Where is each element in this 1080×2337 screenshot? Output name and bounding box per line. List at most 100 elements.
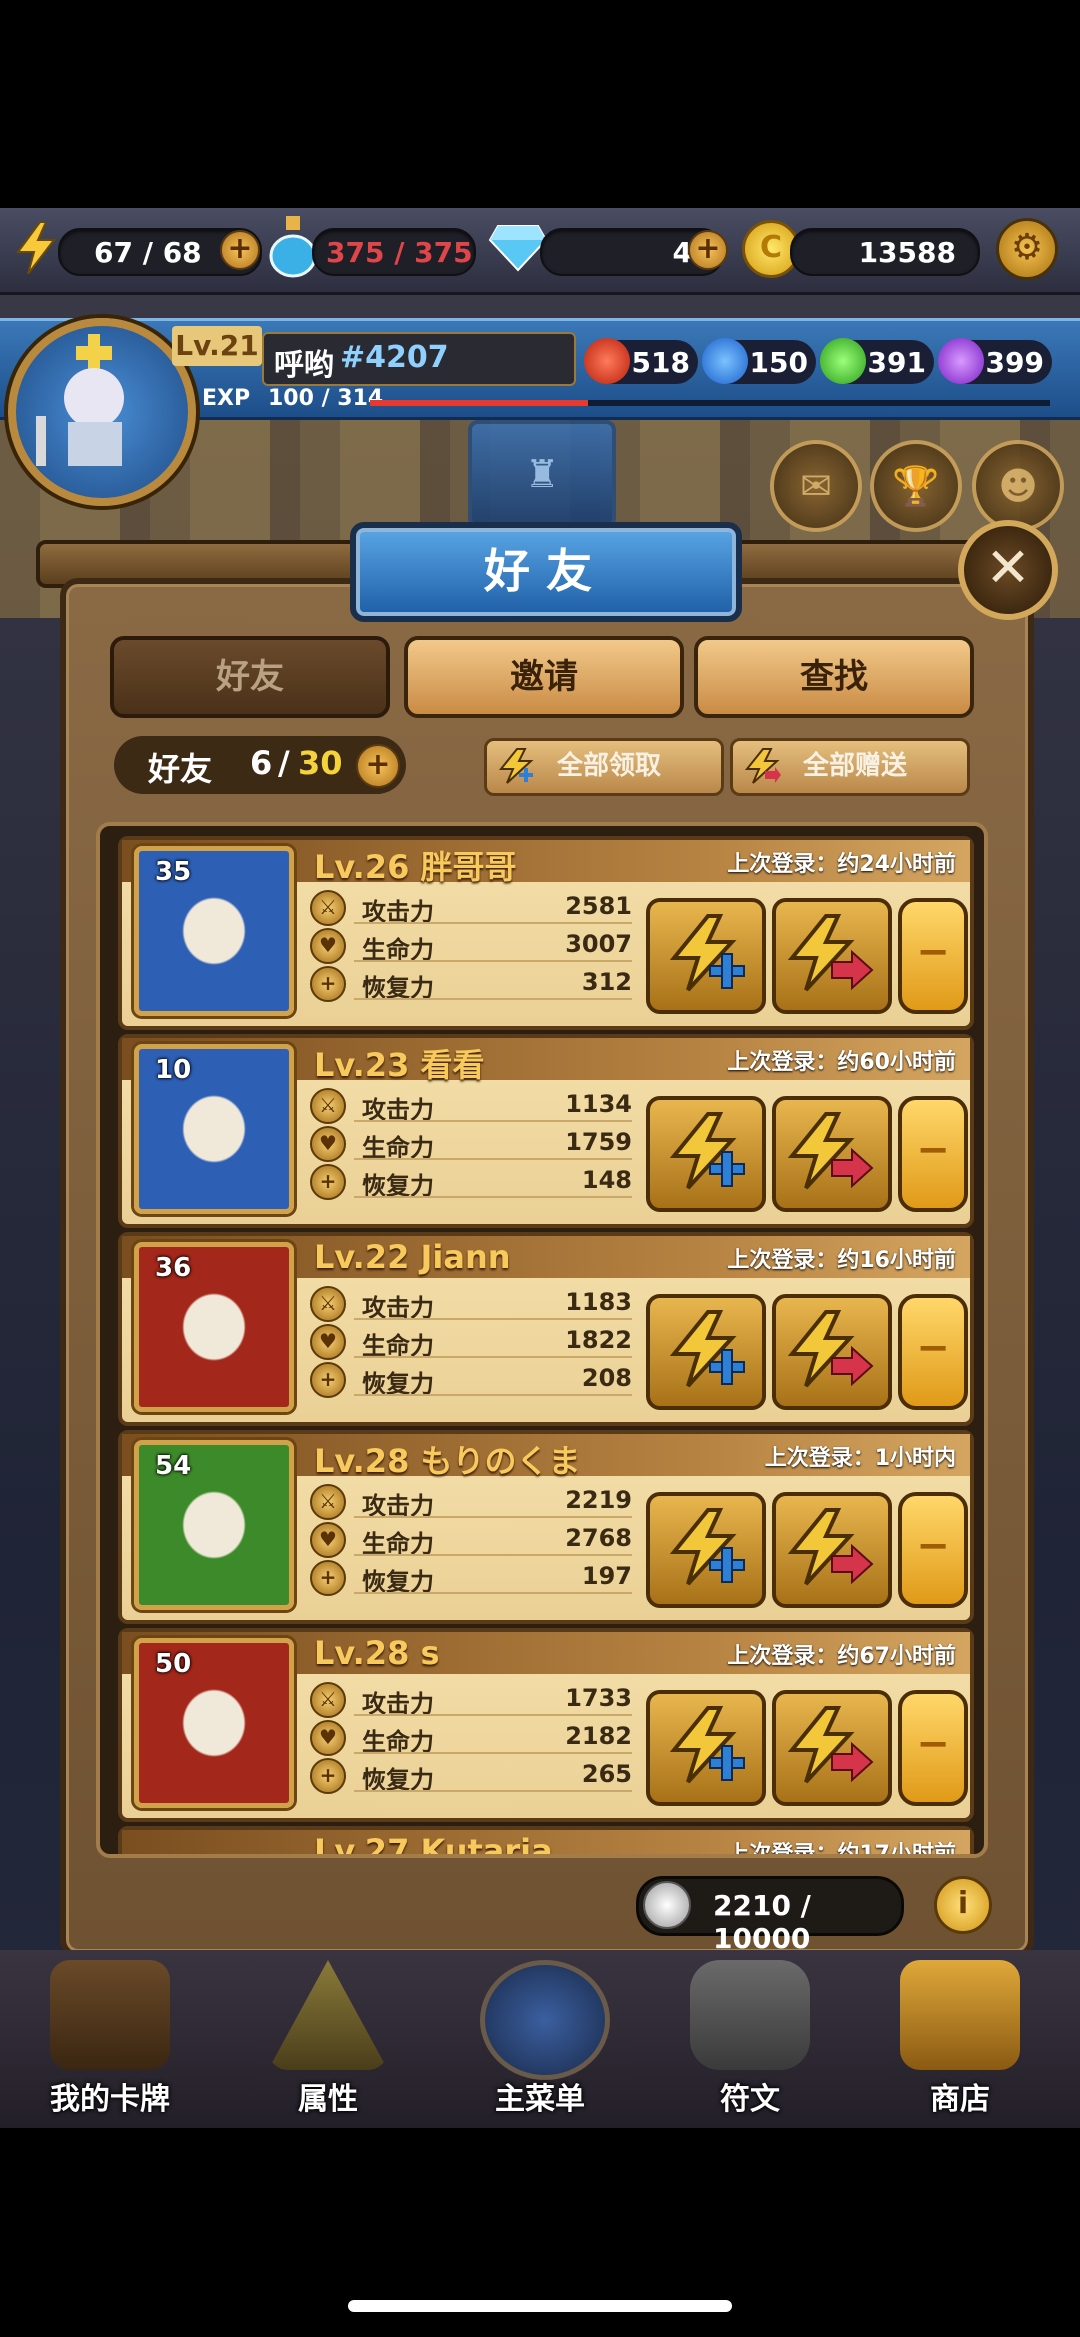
friend-portrait[interactable]: 35	[134, 846, 294, 1016]
pyramid-icon	[268, 1960, 388, 2070]
receive-energy-icon	[669, 1706, 745, 1784]
stat-row: ♥ 生命力 1759	[310, 1124, 632, 1162]
claim-all-button[interactable]: 全部领取	[484, 738, 724, 796]
stat-value: 1759	[565, 1128, 632, 1156]
energy-value: 67 / 68	[94, 236, 202, 269]
silver-coin-icon	[643, 1881, 691, 1929]
add-friend-slot-button[interactable]: +	[356, 744, 400, 788]
lightning-icon	[16, 221, 57, 275]
send-energy-button[interactable]	[772, 1492, 892, 1608]
receive-energy-button[interactable]	[646, 1096, 766, 1212]
friend-portrait[interactable]: 54	[134, 1440, 294, 1610]
remove-friend-button[interactable]: −	[898, 1294, 968, 1410]
stat-value: 1733	[565, 1684, 632, 1712]
purple-orb-counter: 399	[938, 338, 1052, 384]
friend-portrait[interactable]: 36	[134, 1242, 294, 1412]
receive-energy-button[interactable]	[646, 1690, 766, 1806]
receive-energy-button[interactable]	[646, 1492, 766, 1608]
settings-gear-icon[interactable]: ⚙	[996, 218, 1058, 280]
nav-attributes[interactable]: 属性	[228, 1960, 428, 2128]
castle-banner-icon[interactable]: ♜	[468, 420, 616, 528]
stat-row: ♥ 生命力 2182	[310, 1718, 632, 1756]
receive-energy-button[interactable]	[646, 898, 766, 1014]
potion-icon	[268, 214, 318, 278]
purple-orb-value: 399	[985, 346, 1044, 379]
friend-card: 54 Lv.28 もりのくま 上次登录：1小时内 ⚔ 攻击力 2219 ♥ 生命力 2768 + 恢…	[118, 1430, 974, 1624]
send-energy-button[interactable]	[772, 1294, 892, 1410]
player-level: Lv.21	[172, 326, 262, 366]
send-energy-button[interactable]	[772, 898, 892, 1014]
stat-divider	[354, 1516, 632, 1518]
exp-track	[370, 400, 1050, 406]
gift-all-label: 全部赠送	[803, 751, 908, 781]
red-orb-icon	[584, 338, 630, 384]
tab-search[interactable]: 查找	[694, 636, 974, 718]
last-login: 上次登录：1小时内	[764, 1446, 956, 1471]
stat-divider	[354, 1394, 632, 1396]
send-energy-button[interactable]	[772, 1096, 892, 1212]
stat-value: 2219	[565, 1486, 632, 1514]
stat-divider	[354, 1318, 632, 1320]
friend-card-level: 36	[155, 1253, 192, 1283]
send-energy-icon	[787, 914, 874, 992]
stat-divider	[354, 1592, 632, 1594]
nav-runes-label: 符文	[720, 2082, 780, 2117]
dialog-title: 好友	[350, 522, 742, 622]
stat-row: + 恢复力 148	[310, 1162, 632, 1200]
stat-row: ⚔ 攻击力 1134	[310, 1086, 632, 1124]
send-energy-button[interactable]	[772, 1690, 892, 1806]
remove-friend-button[interactable]: −	[898, 1492, 968, 1608]
stat-row: ⚔ 攻击力 2581	[310, 888, 632, 926]
stat-value: 208	[581, 1364, 632, 1392]
home-indicator	[348, 2300, 732, 2312]
info-icon[interactable]: i	[934, 1876, 992, 1934]
nav-my-cards[interactable]: 我的卡牌	[10, 1960, 210, 2128]
close-button[interactable]: ✕	[958, 520, 1058, 620]
trophy-icon[interactable]: 🏆	[870, 440, 962, 532]
friend-name: Lv.22 Jiann	[314, 1238, 511, 1276]
last-login: 上次登录：约60小时前	[727, 1050, 956, 1075]
heart-icon: ♥	[310, 928, 346, 964]
tab-friends[interactable]: 好友	[110, 636, 390, 718]
stat-divider	[354, 998, 632, 1000]
stat-value: 148	[581, 1166, 632, 1194]
energy-add-button[interactable]: +	[220, 230, 260, 270]
tab-invite[interactable]: 邀请	[404, 636, 684, 718]
recovery-icon: +	[310, 1362, 346, 1398]
stat-value: 2581	[565, 892, 632, 920]
heart-icon: ♥	[310, 1126, 346, 1162]
mail-icon[interactable]: ✉	[770, 440, 862, 532]
friend-name: Lv.23 看看	[314, 1046, 485, 1084]
friend-card: 35 Lv.26 胖哥哥 上次登录：约24小时前 ⚔ 攻击力 2581 ♥ 生命力 3007 + 恢…	[118, 836, 974, 1030]
friends-icon[interactable]: ☻	[972, 440, 1064, 532]
player-avatar[interactable]	[8, 318, 196, 506]
remove-friend-button[interactable]: −	[898, 1096, 968, 1212]
receive-energy-button[interactable]	[646, 1294, 766, 1410]
gift-all-button[interactable]: 全部赠送	[730, 738, 970, 796]
remove-friend-button[interactable]: −	[898, 898, 968, 1014]
red-orb-counter: 518	[584, 338, 698, 384]
friend-portrait[interactable]: 10	[134, 1044, 294, 1214]
stat-row: + 恢复力 265	[310, 1756, 632, 1794]
stat-divider	[354, 960, 632, 962]
stat-divider	[354, 1120, 632, 1122]
remove-friend-button[interactable]: −	[898, 1690, 968, 1806]
friend-card-level: 50	[155, 1649, 192, 1679]
attack-icon: ⚔	[310, 1484, 346, 1520]
send-energy-icon	[787, 1706, 874, 1784]
nav-main-menu[interactable]: 主菜单	[440, 1960, 640, 2128]
green-orb-icon	[820, 338, 866, 384]
send-energy-icon	[787, 1112, 874, 1190]
gem-add-button[interactable]: +	[688, 230, 728, 270]
nav-runes[interactable]: 符文	[650, 1960, 850, 2128]
stat-value: 1183	[565, 1288, 632, 1316]
recovery-icon: +	[310, 966, 346, 1002]
nav-shop[interactable]: 商店	[860, 1960, 1060, 2128]
blue-orb-icon	[702, 338, 748, 384]
stat-row: ⚔ 攻击力 1183	[310, 1284, 632, 1322]
friend-count-current: 6	[250, 744, 273, 782]
exp-fill	[370, 400, 588, 406]
stat-row: + 恢复力 197	[310, 1558, 632, 1596]
friend-list[interactable]: 35 Lv.26 胖哥哥 上次登录：约24小时前 ⚔ 攻击力 2581 ♥ 生命力 3007 + 恢…	[96, 822, 988, 1858]
friend-portrait[interactable]: 50	[134, 1638, 294, 1808]
